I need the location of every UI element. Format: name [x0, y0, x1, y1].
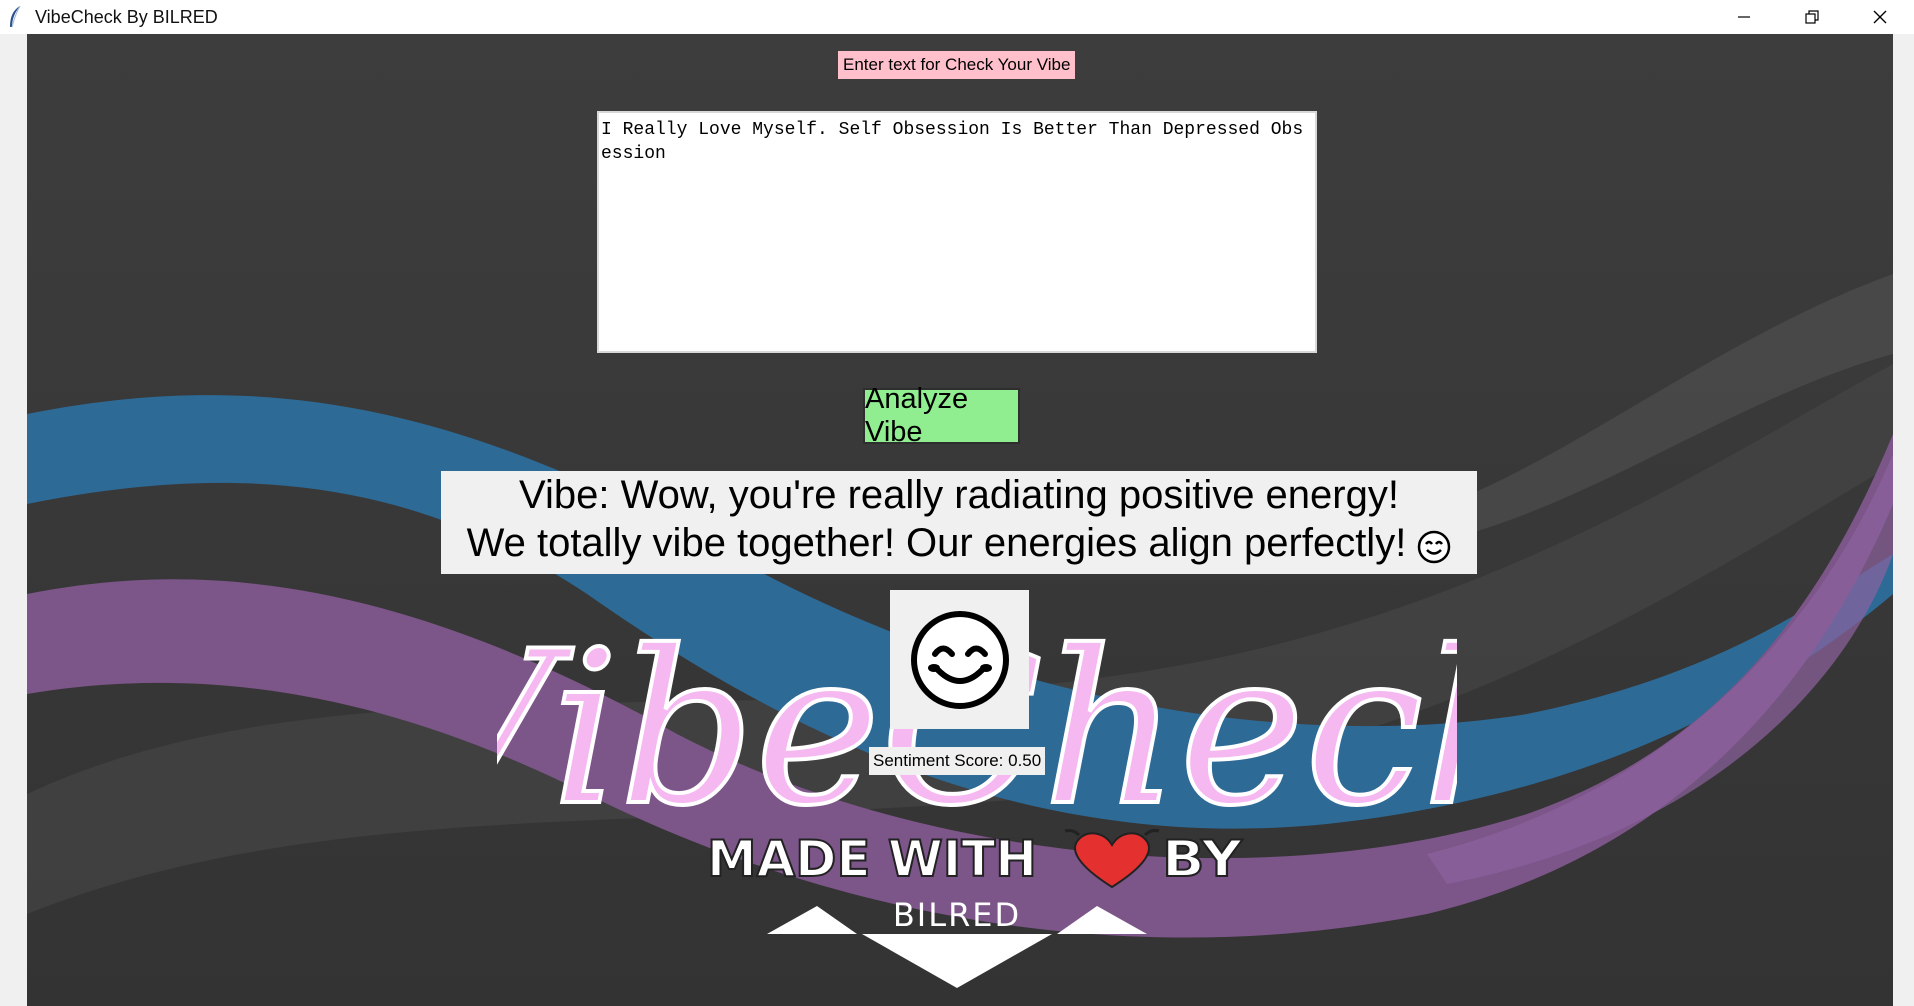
svg-text:BY: BY — [1162, 830, 1243, 888]
restore-icon — [1805, 10, 1819, 24]
emoji-display — [890, 590, 1029, 729]
title-bar: VibeCheck By BILRED — [0, 0, 1914, 34]
minimize-button[interactable] — [1710, 0, 1778, 34]
made-with-banner: MADE WITH BY — [707, 829, 1244, 889]
vibe-result: Vibe: Wow, you're really radiating posit… — [441, 471, 1477, 574]
feather-icon — [10, 5, 21, 28]
svg-text:BILRED: BILRED — [893, 896, 1021, 934]
heart-icon — [1064, 829, 1160, 889]
analyze-vibe-button[interactable]: Analyze Vibe — [863, 383, 1020, 448]
result-line-2-wrap: We totally vibe together! Our energies a… — [467, 519, 1452, 575]
sentiment-score: Sentiment Score: 0.50 — [869, 747, 1046, 775]
smiling-face-icon — [1417, 527, 1451, 575]
close-icon — [1873, 10, 1887, 24]
result-line-1: Vibe: Wow, you're really radiating posit… — [519, 472, 1399, 517]
result-line-2: We totally vibe together! Our energies a… — [466, 520, 1407, 565]
vibe-text-input[interactable]: I Really Love Myself. Self Obsession Is … — [597, 111, 1317, 353]
bilred-logo: BILRED — [767, 896, 1147, 988]
close-button[interactable] — [1846, 0, 1914, 34]
svg-text:MADE WITH: MADE WITH — [707, 830, 1037, 888]
prompt-label: Enter text for Check Your Vibe — [838, 51, 1076, 79]
smiling-face-icon — [910, 610, 1009, 709]
app-canvas: Enter text for Check Your Vibe I Really … — [27, 34, 1893, 1006]
restore-button[interactable] — [1778, 0, 1846, 34]
minimize-icon — [1738, 16, 1750, 18]
window-title: VibeCheck By BILRED — [35, 7, 218, 27]
